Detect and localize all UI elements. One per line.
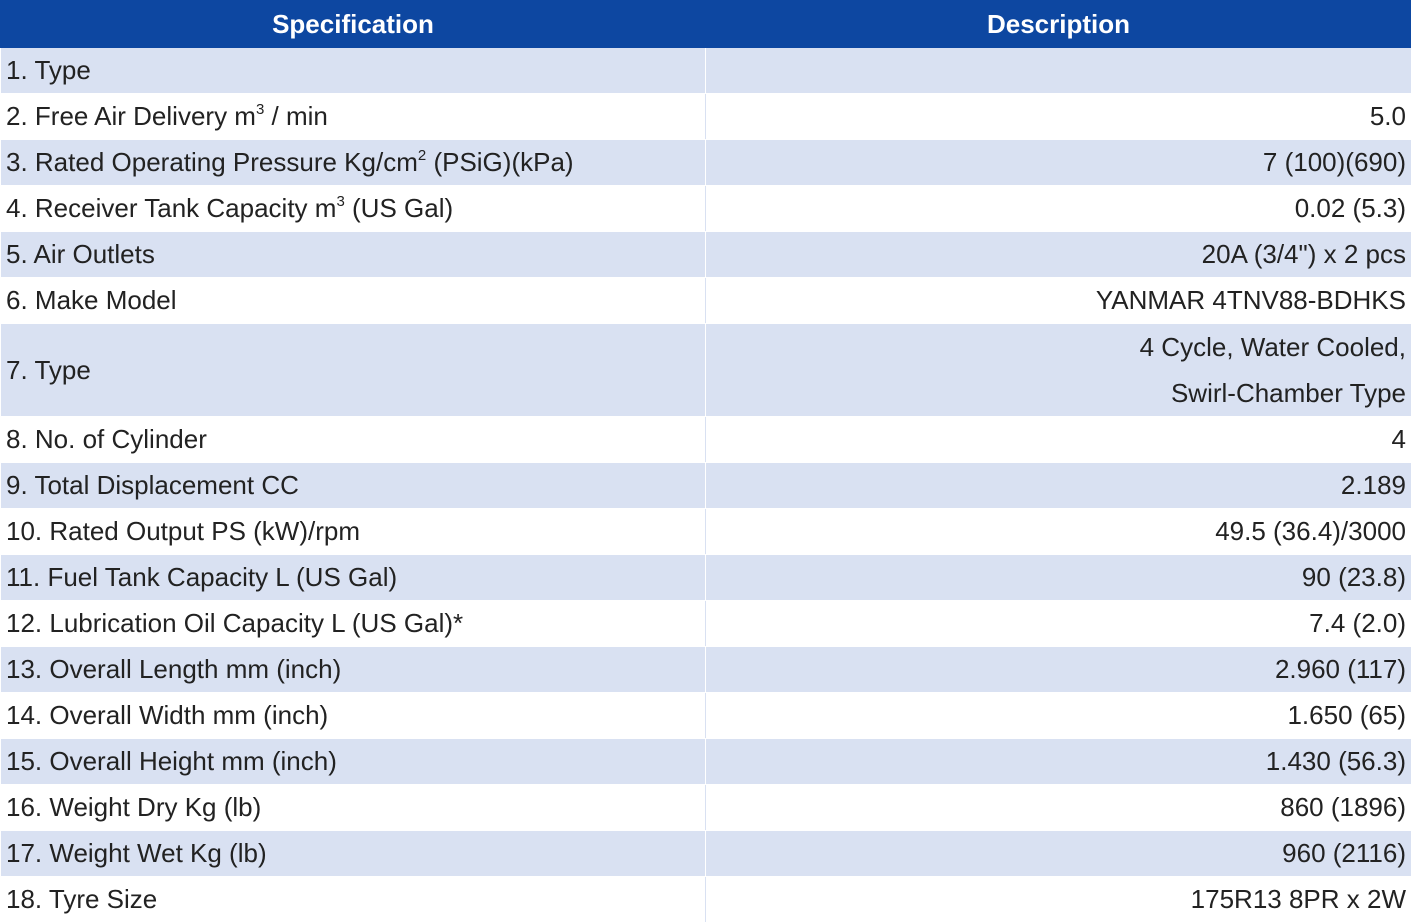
desc-cell: 0.02 (5.3) [706, 186, 1411, 232]
desc-cell: 2.960 (117) [706, 647, 1411, 693]
table-row: 17. Weight Wet Kg (lb) 960 (2116) [1, 831, 1411, 877]
table-row: 10. Rated Output PS (kW)/rpm 49.5 (36.4)… [1, 509, 1411, 555]
desc-cell: 7.4 (2.0) [706, 601, 1411, 647]
desc-cell: 1.430 (56.3) [706, 739, 1411, 785]
spec-cell: 14. Overall Width mm (inch) [1, 693, 706, 739]
desc-cell: 1.650 (65) [706, 693, 1411, 739]
spec-cell: 15. Overall Height mm (inch) [1, 739, 706, 785]
table-row: 8. No. of Cylinder 4 [1, 417, 1411, 463]
spec-cell: 6. Make Model [1, 278, 706, 324]
table-row: 14. Overall Width mm (inch) 1.650 (65) [1, 693, 1411, 739]
spec-cell: 2. Free Air Delivery m3 / min [1, 94, 706, 140]
desc-cell: 4 Cycle, Water Cooled,Swirl-Chamber Type [706, 324, 1411, 417]
table-row: 6. Make Model YANMAR 4TNV88-BDHKS [1, 278, 1411, 324]
spec-cell: 10. Rated Output PS (kW)/rpm [1, 509, 706, 555]
desc-cell: 175R13 8PR x 2W [706, 877, 1411, 923]
table-row: 13. Overall Length mm (inch) 2.960 (117) [1, 647, 1411, 693]
spec-cell: 4. Receiver Tank Capacity m3 (US Gal) [1, 186, 706, 232]
spec-cell: 16. Weight Dry Kg (lb) [1, 785, 706, 831]
table-row: 3. Rated Operating Pressure Kg/cm2 (PSiG… [1, 140, 1411, 186]
spec-cell: 8. No. of Cylinder [1, 417, 706, 463]
table-row: 9. Total Displacement CC 2.189 [1, 463, 1411, 509]
table-row: 1. Type [1, 48, 1411, 94]
spec-cell: 11. Fuel Tank Capacity L (US Gal) [1, 555, 706, 601]
spec-cell: 1. Type [1, 48, 706, 94]
spec-cell: 13. Overall Length mm (inch) [1, 647, 706, 693]
spec-cell: 9. Total Displacement CC [1, 463, 706, 509]
spec-cell: 7. Type [1, 324, 706, 417]
desc-cell: 7 (100)(690) [706, 140, 1411, 186]
desc-cell: 860 (1896) [706, 785, 1411, 831]
table-row: 5. Air Outlets 20A (3/4") x 2 pcs [1, 232, 1411, 278]
table-row: 15. Overall Height mm (inch) 1.430 (56.3… [1, 739, 1411, 785]
desc-cell: 960 (2116) [706, 831, 1411, 877]
desc-cell [706, 48, 1411, 94]
table-row: 4. Receiver Tank Capacity m3 (US Gal) 0.… [1, 186, 1411, 232]
table-row: 16. Weight Dry Kg (lb) 860 (1896) [1, 785, 1411, 831]
desc-cell: 20A (3/4") x 2 pcs [706, 232, 1411, 278]
header-description: Description [706, 1, 1411, 48]
spec-cell: 5. Air Outlets [1, 232, 706, 278]
desc-cell: 4 [706, 417, 1411, 463]
header-row: Specification Description [1, 1, 1411, 48]
desc-cell: 49.5 (36.4)/3000 [706, 509, 1411, 555]
desc-cell: 2.189 [706, 463, 1411, 509]
table-row: 12. Lubrication Oil Capacity L (US Gal)*… [1, 601, 1411, 647]
table-row: 18. Tyre Size 175R13 8PR x 2W [1, 877, 1411, 923]
header-specification: Specification [1, 1, 706, 48]
spec-cell: 3. Rated Operating Pressure Kg/cm2 (PSiG… [1, 140, 706, 186]
spec-cell: 17. Weight Wet Kg (lb) [1, 831, 706, 877]
table-row: 2. Free Air Delivery m3 / min 5.0 [1, 94, 1411, 140]
table-row: 7. Type 4 Cycle, Water Cooled,Swirl-Cham… [1, 324, 1411, 417]
spec-cell: 18. Tyre Size [1, 877, 706, 923]
desc-cell: 5.0 [706, 94, 1411, 140]
desc-cell: 90 (23.8) [706, 555, 1411, 601]
spec-cell: 12. Lubrication Oil Capacity L (US Gal)* [1, 601, 706, 647]
spec-table: Specification Description 1. Type 2. Fre… [0, 0, 1411, 923]
desc-cell: YANMAR 4TNV88-BDHKS [706, 278, 1411, 324]
table-row: 11. Fuel Tank Capacity L (US Gal) 90 (23… [1, 555, 1411, 601]
